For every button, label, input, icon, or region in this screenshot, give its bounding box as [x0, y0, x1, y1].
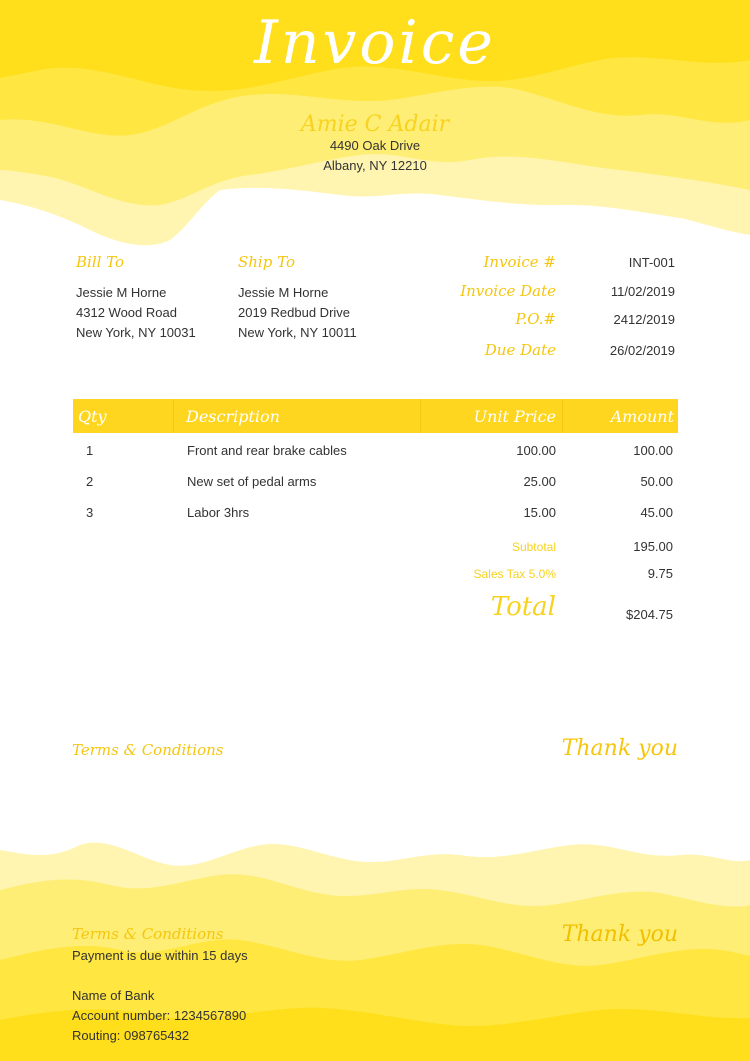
row-amount: 50.00 [640, 474, 673, 489]
row-description: Front and rear brake cables [187, 443, 347, 458]
items-table-header: Qty Description Unit Price Amount [73, 399, 678, 433]
row-amount: 45.00 [640, 505, 673, 520]
company-name: Amie C Adair [300, 112, 450, 137]
invoice-page: Invoice Amie C Adair 4490 Oak Drive Alba… [0, 0, 750, 1061]
company-address-line1: 4490 Oak Drive [329, 138, 421, 153]
due-date-label: Due Date [484, 341, 556, 359]
unit-price-header: Unit Price [473, 407, 556, 426]
sales-tax-label: Sales Tax 5.0% [473, 567, 557, 581]
invoice-number-label: Invoice # [483, 253, 556, 271]
row-unit-price: 15.00 [523, 505, 556, 520]
invoice-title: Invoice [254, 8, 496, 78]
bill-to-label: Bill To [76, 253, 125, 271]
description-header: Description [186, 407, 280, 426]
invoice-number-value: INT-001 [628, 255, 675, 270]
routing-number: Routing: 098765432 [72, 1028, 190, 1043]
bill-to-name: Jessie M Horne [76, 285, 167, 300]
row-qty: 1 [86, 443, 94, 458]
ship-to-name: Jessie M Horne [238, 285, 329, 300]
terms-heading: Terms & Conditions [72, 741, 224, 759]
header-divider [173, 399, 174, 433]
total-value: $204.75 [626, 607, 673, 622]
subtotal-value: 195.00 [633, 539, 673, 554]
total-label: Total [490, 592, 556, 622]
company-address-line2: Albany, NY 12210 [323, 158, 427, 173]
subtotal-label: Subtotal [511, 540, 556, 554]
invoice-date-value: 11/02/2019 [610, 284, 675, 299]
bank-name: Name of Bank [72, 988, 155, 1003]
bill-to-street: 4312 Wood Road [76, 305, 177, 320]
row-unit-price: 100.00 [516, 443, 556, 458]
row-description: New set of pedal arms [187, 474, 317, 489]
qty-header: Qty [78, 407, 107, 426]
footer-thank-you-text: Thank you [561, 922, 678, 947]
payment-terms: Payment is due within 15 days [72, 948, 248, 963]
bill-to-city: New York, NY 10031 [76, 325, 196, 340]
invoice-date-label: Invoice Date [460, 282, 556, 300]
row-qty: 3 [86, 505, 94, 520]
po-number-label: P.O.# [515, 310, 556, 328]
ship-to-label: Ship To [238, 253, 295, 271]
thank-you-text: Thank you [561, 736, 678, 761]
po-number-value: 2412/2019 [613, 312, 675, 327]
row-amount: 100.00 [633, 443, 673, 458]
account-number: Account number: 1234567890 [72, 1008, 247, 1023]
row-unit-price: 25.00 [523, 474, 556, 489]
ship-to-street: 2019 Redbud Drive [238, 305, 351, 320]
row-qty: 2 [86, 474, 94, 489]
due-date-value: 26/02/2019 [609, 343, 675, 358]
amount-header: Amount [610, 407, 674, 426]
footer-terms-heading: Terms & Conditions [72, 925, 224, 943]
ship-to-city: New York, NY 10011 [238, 325, 357, 340]
sales-tax-value: 9.75 [647, 566, 673, 581]
row-description: Labor 3hrs [187, 505, 250, 520]
